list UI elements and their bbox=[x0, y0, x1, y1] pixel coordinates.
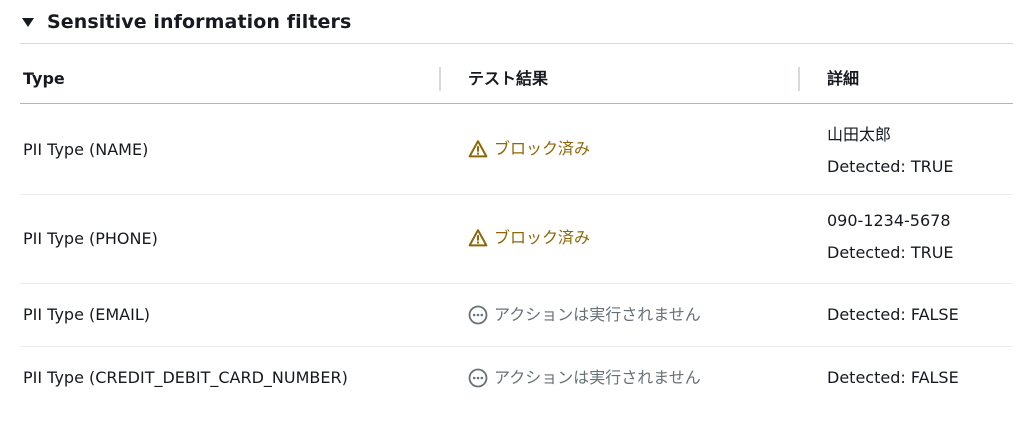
warning-icon bbox=[468, 140, 488, 158]
test-result-cell: ブロック済み bbox=[468, 227, 590, 249]
test-result-label: ブロック済み bbox=[494, 139, 591, 158]
details-cell: 山田太郎 Detected: TRUE bbox=[827, 119, 954, 183]
detected-status: Detected: TRUE bbox=[827, 157, 954, 176]
detected-value: 山田太郎 bbox=[827, 125, 892, 144]
caret-down-icon bbox=[22, 18, 34, 27]
warning-icon bbox=[468, 229, 488, 247]
sensitive-info-filters-toggle[interactable]: Sensitive information filters bbox=[20, 0, 1013, 44]
ellipsis-circle-icon bbox=[468, 368, 488, 388]
detected-status: Detected: FALSE bbox=[827, 368, 959, 387]
details-cell: 090-1234-5678 Detected: TRUE bbox=[827, 205, 954, 269]
table-row: PII Type (NAME) ブロック済み 山田太郎 Detected: TR… bbox=[20, 104, 1013, 195]
detected-value: 090-1234-5678 bbox=[827, 211, 951, 230]
pii-type-cell: PII Type (NAME) bbox=[23, 140, 149, 159]
section-title: Sensitive information filters bbox=[47, 10, 352, 33]
test-result-label: アクションは実行されません bbox=[494, 305, 701, 324]
column-header-details: 詳細 bbox=[827, 69, 860, 88]
pii-type-cell: PII Type (CREDIT_DEBIT_CARD_NUMBER) bbox=[23, 368, 348, 387]
detected-status: Detected: FALSE bbox=[827, 305, 959, 324]
test-result-cell: ブロック済み bbox=[468, 138, 590, 160]
ellipsis-circle-icon bbox=[468, 305, 488, 325]
table-row: PII Type (CREDIT_DEBIT_CARD_NUMBER) アクショ… bbox=[20, 347, 1013, 409]
detected-status: Detected: TRUE bbox=[827, 243, 954, 262]
column-header-type: Type bbox=[23, 69, 65, 88]
test-result-label: ブロック済み bbox=[494, 228, 591, 247]
pii-type-cell: PII Type (EMAIL) bbox=[23, 305, 150, 324]
test-result-cell: アクションは実行されません bbox=[468, 367, 701, 389]
details-cell: Detected: FALSE bbox=[827, 367, 959, 389]
column-header-test-result: テスト結果 bbox=[468, 69, 549, 88]
column-resizer[interactable] bbox=[798, 67, 800, 91]
pii-type-cell: PII Type (PHONE) bbox=[23, 229, 158, 248]
column-resizer[interactable] bbox=[439, 67, 441, 91]
test-result-label: アクションは実行されません bbox=[494, 368, 701, 387]
table-row: PII Type (PHONE) ブロック済み 090-1234-5678 De… bbox=[20, 195, 1013, 284]
table-header: Type テスト結果 詳細 bbox=[20, 55, 1013, 104]
details-cell: Detected: FALSE bbox=[827, 304, 959, 326]
test-result-cell: アクションは実行されません bbox=[468, 304, 701, 326]
table-row: PII Type (EMAIL) アクションは実行されません Detected:… bbox=[20, 284, 1013, 347]
